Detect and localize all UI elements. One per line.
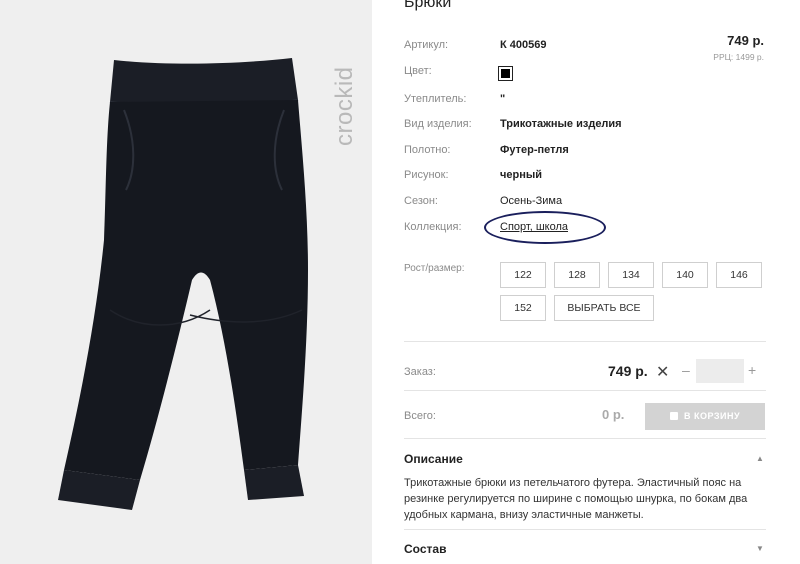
attr-value: Футер-петля xyxy=(500,144,569,156)
total-value: 0 р. xyxy=(602,407,625,422)
size-button-152[interactable]: 152 xyxy=(500,295,546,321)
increment-button[interactable]: + xyxy=(748,362,756,378)
divider xyxy=(404,341,766,342)
total-label: Всего: xyxy=(404,410,436,422)
size-button-122[interactable]: 122 xyxy=(500,262,546,288)
size-button-128[interactable]: 128 xyxy=(554,262,600,288)
product-info-panel: Брюки 749 р. РРЦ: 1499 р. Артикул: К 400… xyxy=(372,0,800,564)
divider xyxy=(404,390,766,391)
attr-label: Цвет: xyxy=(404,65,432,77)
size-label: Рост/размер: xyxy=(404,263,465,274)
annotation-ellipse xyxy=(484,211,606,244)
chevron-up-icon[interactable]: ▲ xyxy=(756,454,764,463)
attr-value: Осень-Зима xyxy=(500,195,563,207)
product-title: Брюки xyxy=(404,0,452,11)
description-toggle[interactable]: Описание xyxy=(404,452,463,466)
product-rrp: РРЦ: 1499 р. xyxy=(713,52,764,62)
add-to-cart-label: В КОРЗИНУ xyxy=(683,411,741,421)
quantity-input[interactable] xyxy=(696,359,744,383)
attr-value: К 400569 xyxy=(500,39,547,51)
divider xyxy=(404,438,766,439)
attr-value: черный xyxy=(500,169,543,181)
divider xyxy=(404,529,766,530)
bag-icon xyxy=(669,412,678,420)
attr-label: Артикул: xyxy=(404,39,449,51)
composition-toggle[interactable]: Состав xyxy=(404,542,446,556)
size-button-134[interactable]: 134 xyxy=(608,262,654,288)
attr-value: Трикотажные изделия xyxy=(500,118,622,130)
description-text: Трикотажные брюки из петельчатого футера… xyxy=(404,477,748,521)
chevron-down-icon[interactable]: ▼ xyxy=(756,544,764,553)
decrement-button[interactable]: – xyxy=(682,362,690,378)
attr-label: Рисунок: xyxy=(404,169,449,181)
attr-label: Утеплитель: xyxy=(404,93,467,105)
size-button-146[interactable]: 146 xyxy=(716,262,762,288)
color-swatch-black[interactable] xyxy=(498,66,513,81)
remove-order-icon[interactable]: ✕ xyxy=(656,362,669,382)
attr-label: Сезон: xyxy=(404,195,438,207)
size-button-140[interactable]: 140 xyxy=(662,262,708,288)
product-photo-pants xyxy=(58,58,308,510)
add-to-cart-button[interactable]: В КОРЗИНУ xyxy=(645,403,765,430)
select-all-sizes-button[interactable]: ВЫБРАТЬ ВСЕ xyxy=(554,295,654,321)
attr-value: " xyxy=(500,93,506,105)
order-price: 749 р. xyxy=(608,363,648,379)
product-image-gallery[interactable]: crockid xyxy=(0,0,372,564)
attr-label: Полотно: xyxy=(404,144,451,156)
attr-label: Вид изделия: xyxy=(404,118,472,130)
order-label: Заказ: xyxy=(404,366,436,378)
product-price: 749 р. xyxy=(727,33,764,48)
